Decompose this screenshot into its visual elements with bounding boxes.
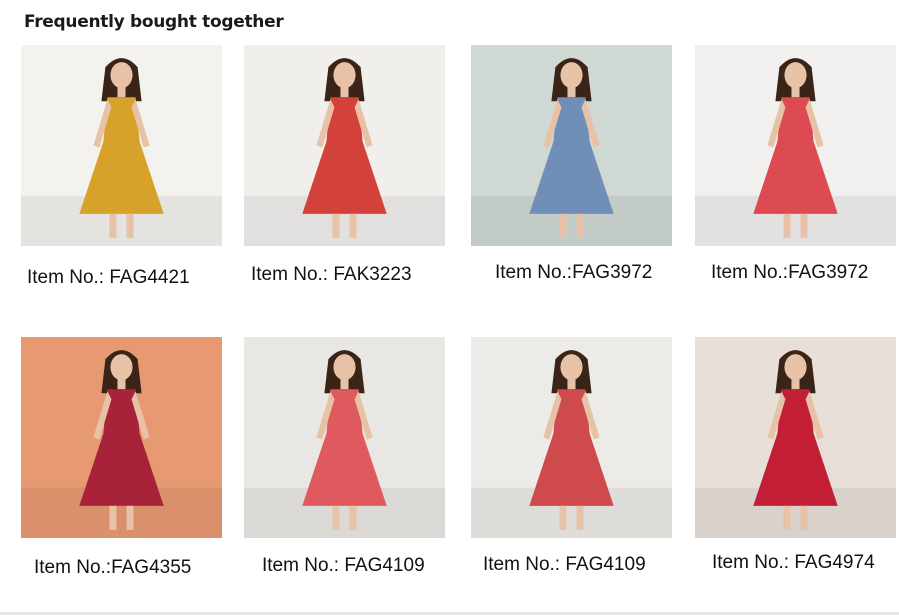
product-item-number: Item No.:FAG4355: [34, 557, 192, 578]
model-dress-illustration: [471, 337, 672, 538]
model-face: [560, 354, 583, 381]
model-neck: [117, 379, 126, 390]
model-dress-illustration: [21, 45, 222, 246]
model-right-leg: [349, 505, 357, 530]
product-item-number: Item No.:FAG3972: [495, 262, 653, 283]
product-photo[interactable]: [471, 45, 672, 246]
model-right-leg: [800, 505, 808, 530]
model-neck: [117, 87, 126, 98]
model-neck: [791, 379, 800, 390]
model-left-leg: [783, 505, 791, 530]
product-item-number: Item No.: FAG4421: [27, 267, 190, 288]
model-left-leg: [559, 213, 567, 238]
model-right-leg: [126, 213, 134, 238]
product-item-number: Item No.: FAG4974: [712, 552, 875, 573]
model-left-leg: [332, 505, 340, 530]
product-photo[interactable]: [244, 45, 445, 246]
model-neck: [340, 87, 349, 98]
model-left-leg: [109, 505, 117, 530]
model-dress-illustration: [695, 45, 896, 246]
model-right-leg: [126, 505, 134, 530]
model-face: [784, 354, 807, 381]
model-left-leg: [559, 505, 567, 530]
product-item-number: Item No.: FAK3223: [251, 264, 412, 285]
product-photo[interactable]: [695, 337, 896, 538]
model-neck: [340, 379, 349, 390]
model-neck: [791, 87, 800, 98]
model-right-leg: [576, 213, 584, 238]
product-item-number: Item No.: FAG4109: [483, 554, 646, 575]
model-right-leg: [800, 213, 808, 238]
model-face: [333, 354, 356, 381]
product-photo[interactable]: [21, 337, 222, 538]
product-item-number: Item No.: FAG4109: [262, 555, 425, 576]
model-dress-illustration: [244, 337, 445, 538]
model-face: [560, 62, 583, 89]
model-right-leg: [576, 505, 584, 530]
model-dress-illustration: [695, 337, 896, 538]
model-neck: [567, 379, 576, 390]
product-photo[interactable]: [471, 337, 672, 538]
model-left-leg: [332, 213, 340, 238]
model-dress-illustration: [244, 45, 445, 246]
model-dress-illustration: [21, 337, 222, 538]
model-face: [784, 62, 807, 89]
product-item-number: Item No.:FAG3972: [711, 262, 869, 283]
model-face: [333, 62, 356, 89]
section-title: Frequently bought together: [24, 12, 284, 32]
model-neck: [567, 87, 576, 98]
model-dress-illustration: [471, 45, 672, 246]
product-photo[interactable]: [244, 337, 445, 538]
product-photo[interactable]: [21, 45, 222, 246]
model-right-leg: [349, 213, 357, 238]
model-face: [110, 62, 133, 89]
model-face: [110, 354, 133, 381]
product-photo[interactable]: [695, 45, 896, 246]
model-left-leg: [783, 213, 791, 238]
model-left-leg: [109, 213, 117, 238]
